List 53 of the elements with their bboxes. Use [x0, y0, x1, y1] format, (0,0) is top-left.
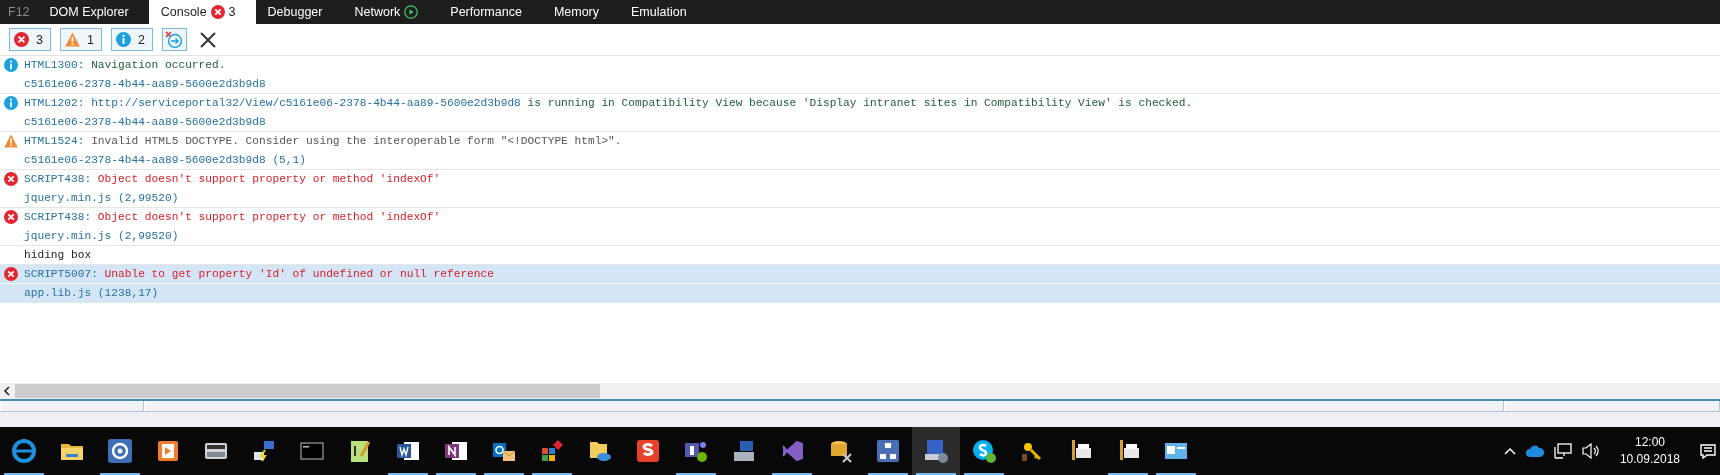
sync-icon[interactable]	[107, 438, 133, 464]
warning-icon	[64, 32, 80, 47]
info-icon	[4, 96, 18, 110]
network-icon[interactable]	[1553, 443, 1572, 459]
message-text: SCRIPT438: Object doesn't support property or method 'indexOf'	[24, 173, 441, 185]
error-filter-button[interactable]: 3	[9, 28, 51, 51]
loop-icon[interactable]	[779, 438, 805, 464]
message-text: SCRIPT438: Object doesn't support property or method 'indexOf'	[24, 211, 441, 223]
error-count: 3	[228, 5, 236, 19]
tiles-icon[interactable]	[539, 438, 565, 464]
computer-icon[interactable]	[731, 438, 757, 464]
source-link[interactable]: c5161e06-2378-4b44-aa89-5600e2d3b9d8	[24, 116, 266, 128]
close-icon	[200, 31, 217, 48]
chat-icon[interactable]	[971, 438, 997, 464]
devtools-tab[interactable]: Console 3	[148, 0, 256, 24]
speaker-icon[interactable]	[1581, 443, 1600, 459]
network-diagram-icon[interactable]	[875, 438, 901, 464]
play-icon	[404, 5, 419, 19]
chevron-left-icon[interactable]	[3, 386, 11, 396]
horizontal-scrollbar[interactable]	[0, 383, 1720, 401]
network-icon[interactable]	[251, 438, 277, 464]
message-text: hiding box	[24, 249, 92, 261]
warning-filter-button[interactable]: 1	[59, 28, 102, 51]
info-icon	[115, 32, 131, 47]
error-icon	[4, 172, 18, 186]
zigzag-icon[interactable]	[635, 438, 661, 464]
cloud-icon[interactable]	[1525, 445, 1544, 457]
info-icon	[4, 58, 18, 72]
error-icon	[210, 5, 225, 19]
source-link[interactable]: c5161e06-2378-4b44-aa89-5600e2d3b9d8	[24, 78, 266, 90]
message-text: HTML1202: http://serviceportal32/View/c5161e06-2378-4b44-aa89-5600e2d3b9d8 is running in Compatibility View because 'Display intranet sites in Compatibility View' is checked.	[24, 97, 1193, 109]
chevron-up-icon[interactable]	[1503, 447, 1516, 455]
play-icon[interactable]	[155, 438, 181, 464]
message-text: HTML1524: Invalid HTML5 DOCTYPE. Consider using the interoperable form "<!DOCTYPE html>".	[24, 135, 622, 147]
clear-on-navigate-icon	[165, 30, 184, 49]
monitor-icon[interactable]	[923, 438, 949, 464]
source-link[interactable]: app.lib.js (1238,17)	[24, 287, 159, 299]
scrollbar-thumb[interactable]	[15, 384, 600, 398]
warning-icon	[4, 134, 18, 148]
browser-icon[interactable]	[11, 438, 37, 464]
source-link[interactable]: jquery.min.js (2,99520)	[24, 192, 179, 204]
error-icon	[4, 210, 18, 224]
message-text: HTML1300: Navigation occurred.	[24, 59, 226, 71]
clock-date[interactable]: 10.09.2018	[1619, 451, 1680, 468]
source-link[interactable]: jquery.min.js (2,99520)	[24, 230, 179, 242]
source-link[interactable]: c5161e06-2378-4b44-aa89-5600e2d3b9d8 (5,1)	[24, 154, 306, 166]
error-icon	[4, 267, 18, 281]
info-filter-button[interactable]: 2	[110, 28, 153, 51]
message-text: SCRIPT5007: Unable to get property 'Id' of undefined or null reference	[24, 268, 494, 280]
error-icon	[14, 32, 29, 47]
clear-on-navigate-button[interactable]	[161, 28, 187, 51]
clock-time[interactable]: 12:00	[1634, 434, 1665, 451]
notification-icon[interactable]	[1700, 443, 1716, 459]
